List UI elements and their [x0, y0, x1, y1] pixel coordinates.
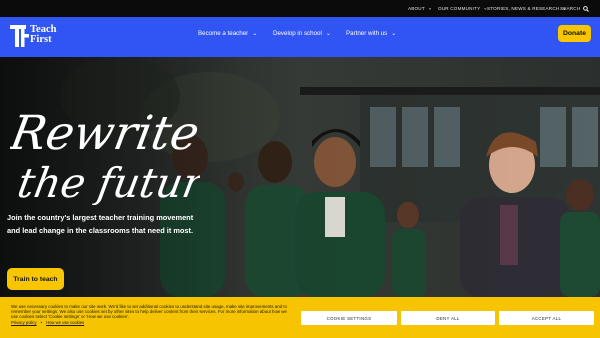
utility-link-stories[interactable]: STORIES, NEWS & RESEARCH ⌄: [487, 0, 567, 17]
nav-label: Partner with us: [346, 30, 388, 37]
utility-link-label: STORIES, NEWS & RESEARCH: [487, 6, 560, 11]
headline-line1: Rewrite: [10, 106, 200, 161]
cookie-message: We use necessary cookies to make our sit…: [11, 304, 287, 320]
hero-headline: Rewrite the future: [10, 106, 200, 205]
utility-link-label: ABOUT: [408, 6, 425, 11]
chevron-down-icon: ⌄: [427, 5, 433, 12]
hero-subheading: Join the country's largest teacher train…: [7, 213, 194, 235]
chevron-down-icon: ⌄: [391, 31, 397, 37]
brand-wordmark: Teach First: [30, 24, 56, 45]
search-icon: [583, 5, 590, 12]
nav-develop-in-school[interactable]: Develop in school ⌄: [273, 30, 331, 37]
utility-link-our-community[interactable]: OUR COMMUNITY ⌄: [438, 0, 488, 17]
teach-first-logo-mark-icon: [10, 25, 29, 47]
utility-link-label: OUR COMMUNITY: [438, 6, 481, 11]
utility-link-label: SEARCH: [560, 6, 581, 11]
cookie-links: Privacy policy • How we use cookies: [11, 320, 84, 325]
how-we-use-cookies-link[interactable]: How we use cookies: [46, 320, 84, 325]
nav-label: Develop in school: [273, 30, 322, 37]
teach-first-logo[interactable]: Teach First: [9, 23, 65, 49]
main-navigation: [0, 17, 600, 57]
link-separator: •: [40, 320, 43, 325]
privacy-policy-link[interactable]: Privacy policy: [11, 320, 37, 325]
utility-link-search[interactable]: SEARCH: [560, 0, 590, 17]
utility-bar: ABOUT ⌄ OUR COMMUNITY ⌄ STORIES, NEWS & …: [0, 0, 600, 17]
headline-line2: the future: [14, 159, 200, 205]
donate-button[interactable]: Donate: [558, 25, 591, 42]
nav-label: Become a teacher: [198, 30, 249, 37]
chevron-down-icon: ⌄: [325, 31, 331, 37]
brand-line2: First: [30, 34, 52, 45]
accept-all-button[interactable]: ACCEPT ALL: [499, 311, 594, 325]
chevron-down-icon: ⌄: [252, 31, 258, 37]
nav-partner-with-us[interactable]: Partner with us ⌄: [346, 30, 396, 37]
nav-become-a-teacher[interactable]: Become a teacher ⌄: [198, 30, 257, 37]
utility-link-about[interactable]: ABOUT ⌄: [408, 0, 432, 17]
deny-all-button[interactable]: DENY ALL: [401, 311, 495, 325]
train-to-teach-button[interactable]: Train to teach: [7, 268, 64, 290]
cookie-settings-button[interactable]: COOKIE SETTINGS: [301, 311, 397, 325]
